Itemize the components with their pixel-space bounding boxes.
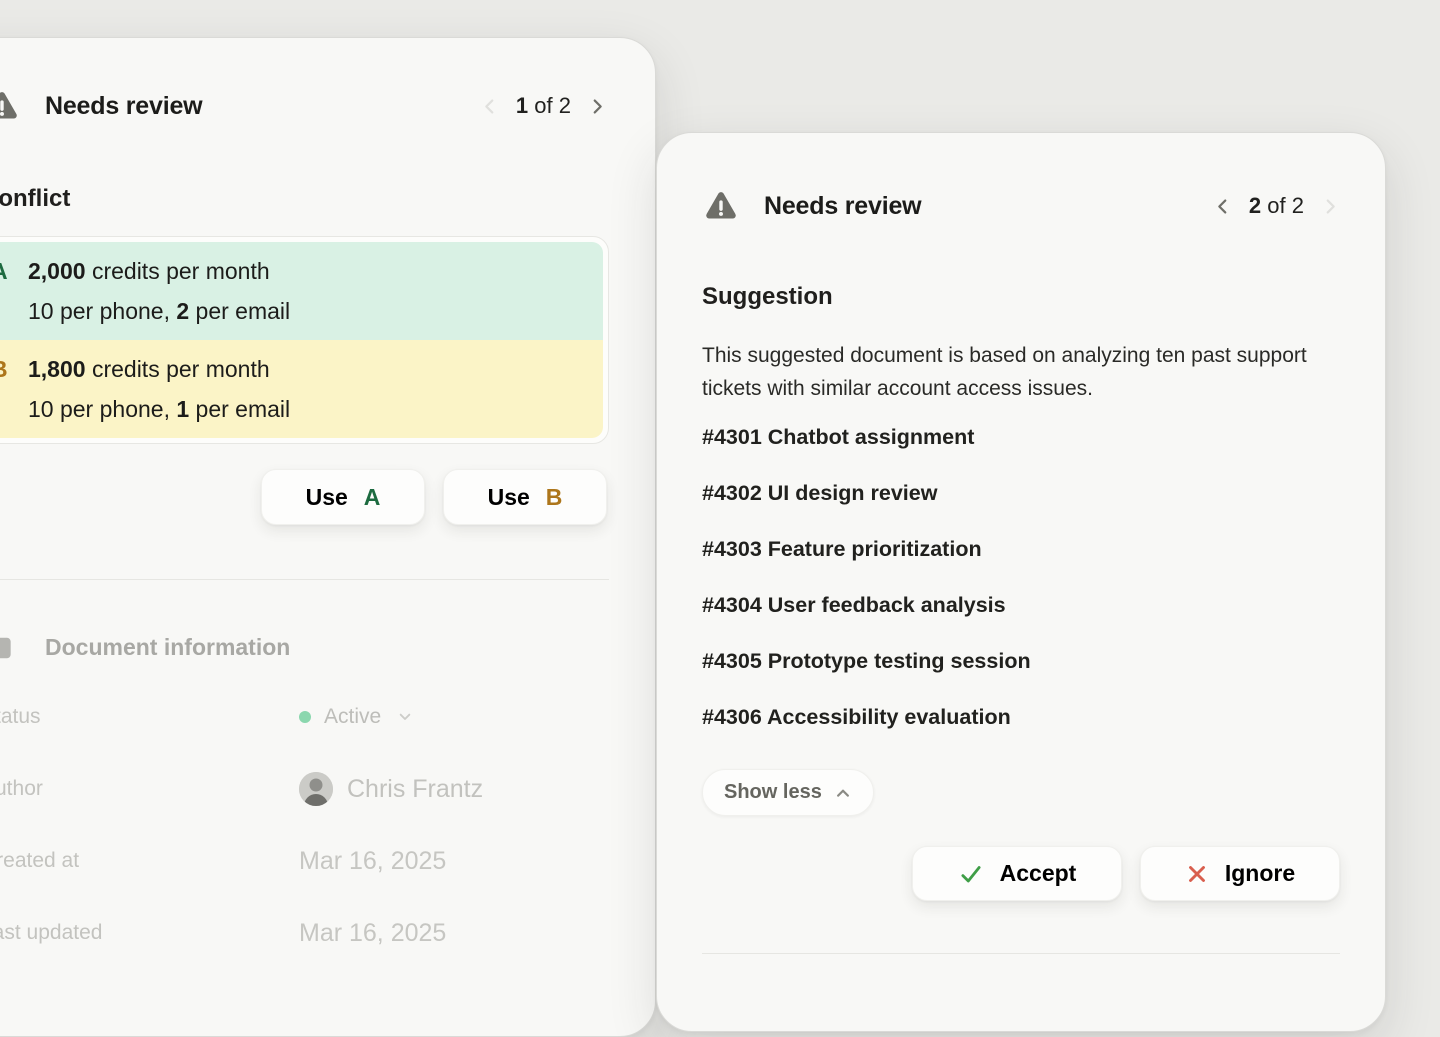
document-information-title: Document information bbox=[45, 634, 290, 661]
needs-review-panel-2: Needs review 2 of 2 Suggestion This sugg… bbox=[656, 132, 1386, 1032]
show-less-button[interactable]: Show less bbox=[702, 769, 874, 816]
x-icon bbox=[1185, 862, 1209, 886]
author-label: Author bbox=[0, 777, 299, 801]
warning-icon bbox=[0, 89, 19, 123]
author-value: Chris Frantz bbox=[299, 772, 483, 806]
pagination: 1 of 2 bbox=[480, 93, 607, 119]
option-a-label: A bbox=[0, 251, 8, 291]
document-information-rows: Status Active Author Chris Frantz bbox=[0, 681, 607, 969]
use-a-option-letter: A bbox=[364, 484, 381, 511]
conflict-heading: Conflict bbox=[0, 185, 607, 213]
last-updated-value: Mar 16, 2025 bbox=[299, 919, 446, 948]
use-a-label: Use bbox=[306, 484, 348, 511]
page-indicator: 1 of 2 bbox=[516, 93, 571, 119]
suggestion-description: This suggested document is based on anal… bbox=[702, 339, 1340, 405]
warning-icon bbox=[704, 189, 738, 223]
status-label: Status bbox=[0, 705, 299, 729]
next-page-icon[interactable] bbox=[1321, 197, 1340, 216]
option-a-text: 2,000 credits per month 10 per phone, 2 … bbox=[28, 251, 290, 331]
ticket-item: #4302 UI design review bbox=[702, 477, 1340, 509]
ticket-item: #4305 Prototype testing session bbox=[702, 645, 1340, 677]
conflict-option-b: B 1,800 credits per month 10 per phone, … bbox=[0, 340, 603, 438]
created-at-row: Created at Mar 16, 2025 bbox=[0, 825, 607, 897]
accept-label: Accept bbox=[1000, 860, 1077, 887]
prev-page-icon[interactable] bbox=[480, 97, 499, 116]
ticket-item: #4306 Accessibility evaluation bbox=[702, 701, 1340, 733]
panel-header: Needs review 2 of 2 bbox=[702, 189, 1340, 223]
page-indicator: 2 of 2 bbox=[1249, 193, 1304, 219]
avatar bbox=[299, 772, 333, 806]
option-b-label: B bbox=[0, 349, 8, 389]
author-name: Chris Frantz bbox=[347, 775, 483, 804]
action-buttons-row: Accept Ignore bbox=[702, 846, 1340, 901]
author-row: Author Chris Frantz bbox=[0, 753, 607, 825]
status-row: Status Active bbox=[0, 681, 607, 753]
chevron-up-icon bbox=[834, 784, 852, 802]
check-icon bbox=[958, 861, 984, 887]
created-at-value: Mar 16, 2025 bbox=[299, 847, 446, 876]
use-a-button[interactable]: Use A bbox=[261, 469, 425, 525]
ticket-item: #4304 User feedback analysis bbox=[702, 589, 1340, 621]
document-icon bbox=[0, 635, 15, 661]
created-at-label: Created at bbox=[0, 849, 299, 873]
panel-header: Needs review 1 of 2 bbox=[0, 89, 607, 123]
suggestion-heading: Suggestion bbox=[702, 283, 1340, 311]
status-text: Active bbox=[324, 705, 381, 729]
ignore-button[interactable]: Ignore bbox=[1140, 846, 1340, 901]
ticket-item: #4301 Chatbot assignment bbox=[702, 421, 1340, 453]
prev-page-icon[interactable] bbox=[1213, 197, 1232, 216]
use-b-label: Use bbox=[488, 484, 530, 511]
panel-title: Needs review bbox=[764, 192, 921, 221]
status-value[interactable]: Active bbox=[299, 705, 413, 729]
panel-title: Needs review bbox=[45, 92, 202, 121]
use-buttons-row: Use A Use B bbox=[0, 469, 607, 525]
conflict-option-a: A 2,000 credits per month 10 per phone, … bbox=[0, 242, 603, 340]
ignore-label: Ignore bbox=[1225, 860, 1295, 887]
section-divider bbox=[0, 579, 609, 580]
status-dot bbox=[299, 711, 311, 723]
last-updated-label: Last updated bbox=[0, 921, 299, 945]
use-b-button[interactable]: Use B bbox=[443, 469, 607, 525]
conflict-diff-box: A 2,000 credits per month 10 per phone, … bbox=[0, 236, 609, 444]
needs-review-panel-1: Needs review 1 of 2 Conflict A 2,000 cre… bbox=[0, 37, 656, 1037]
document-information-header: Document information bbox=[0, 634, 607, 661]
bottom-divider bbox=[702, 953, 1340, 954]
chevron-down-icon[interactable] bbox=[397, 709, 413, 725]
pagination: 2 of 2 bbox=[1213, 193, 1340, 219]
last-updated-row: Last updated Mar 16, 2025 bbox=[0, 897, 607, 969]
ticket-item: #4303 Feature prioritization bbox=[702, 533, 1340, 565]
use-b-option-letter: B bbox=[546, 484, 563, 511]
option-b-text: 1,800 credits per month 10 per phone, 1 … bbox=[28, 349, 290, 429]
accept-button[interactable]: Accept bbox=[912, 846, 1122, 901]
next-page-icon[interactable] bbox=[588, 97, 607, 116]
show-less-label: Show less bbox=[724, 781, 822, 804]
ticket-list: #4301 Chatbot assignment #4302 UI design… bbox=[702, 421, 1340, 733]
